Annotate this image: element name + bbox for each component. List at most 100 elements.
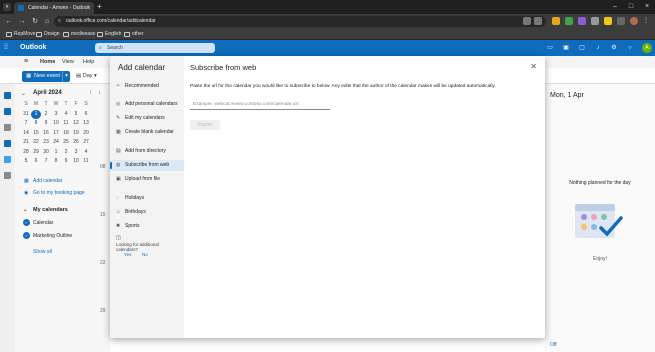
booking-page-link[interactable]: ◉ Go to my booking page [24, 190, 85, 196]
nav-holidays[interactable]: ◌ Holidays [110, 193, 184, 204]
url-field[interactable]: ≡ outlook.office.com/calendar/addcalenda… [54, 16, 546, 27]
day-cell[interactable]: 6 [31, 157, 41, 167]
checkmark-icon[interactable]: ✓ [23, 219, 30, 226]
nav-upload-from-file[interactable]: ▣ Upload from file [110, 174, 184, 185]
search-box[interactable]: ⌕ Search [95, 43, 215, 53]
extension-icon[interactable] [578, 17, 586, 25]
new-tab-icon[interactable]: + [97, 2, 102, 12]
browser-menu-icon[interactable]: ⋮ [643, 17, 651, 25]
day-cell[interactable]: 13 [81, 119, 91, 129]
day-cell[interactable]: 8 [51, 157, 61, 167]
day-cell[interactable]: 6 [81, 110, 91, 120]
import-button[interactable]: Import [190, 120, 220, 130]
nav-subscribe-from-web[interactable]: ◍ Subscribe from web [110, 160, 184, 171]
bookmark-item[interactable]: other [124, 30, 143, 39]
profile-avatar[interactable] [630, 17, 638, 25]
calendar-url-input[interactable] [190, 100, 330, 110]
day-cell[interactable]: 12 [71, 119, 81, 129]
my-calendars-header[interactable]: ⌄ My calendars [23, 207, 68, 213]
day-cell[interactable]: 7 [41, 157, 51, 167]
show-all-link[interactable]: Show all [33, 249, 52, 255]
day-cell[interactable]: 18 [61, 129, 71, 139]
day-cell[interactable]: 3 [71, 148, 81, 158]
tab-view[interactable]: View [62, 56, 74, 68]
bookmark-item[interactable]: Design [36, 30, 60, 39]
site-info-icon[interactable]: ≡ [58, 16, 61, 27]
nav-edit-my-calendars[interactable]: ✎ Edit my calendars [110, 113, 184, 124]
next-month-icon[interactable]: ↓ [98, 90, 101, 96]
day-cell[interactable]: 10 [71, 157, 81, 167]
day-cell[interactable]: 5 [21, 157, 31, 167]
day-cell[interactable]: 15 [31, 129, 41, 139]
day-cell[interactable]: 30 [41, 148, 51, 158]
day-cell[interactable]: 4 [81, 148, 91, 158]
day-cell[interactable]: 5 [71, 110, 81, 120]
day-cell[interactable]: 9 [61, 157, 71, 167]
window-close-icon[interactable]: × [639, 0, 655, 14]
onedrive-icon[interactable] [4, 156, 11, 163]
day-cell[interactable]: 25 [61, 138, 71, 148]
forward-icon[interactable]: → [17, 16, 27, 27]
day-cell[interactable]: 7 [21, 119, 31, 129]
bookmark-item[interactable]: medieease [63, 30, 95, 39]
add-calendar-link[interactable]: ▦ Add calendar [24, 178, 62, 184]
bookmark-star-icon[interactable] [534, 17, 542, 25]
extension-icon[interactable] [552, 17, 560, 25]
day-cell[interactable]: 16 [41, 129, 51, 139]
feedback-no-link[interactable]: No [142, 252, 148, 257]
app-launcher-icon[interactable]: ⁞⁞ [4, 44, 12, 52]
day-cell[interactable]: 1 [51, 148, 61, 158]
nav-create-blank-calendar[interactable]: ▦ Create blank calendar [110, 127, 184, 138]
footer-link[interactable]: Off [550, 342, 557, 348]
nav-sports[interactable]: ✺ Sports [110, 221, 184, 232]
day-cell[interactable]: 11 [81, 157, 91, 167]
back-icon[interactable]: ← [4, 16, 14, 27]
day-cell[interactable]: 20 [81, 129, 91, 139]
previous-month-icon[interactable]: ↑ [89, 90, 92, 96]
extension-icon[interactable] [591, 17, 599, 25]
checkmark-icon[interactable]: ✓ [23, 232, 30, 239]
nav-birthdays[interactable]: ♨ Birthdays [110, 207, 184, 218]
bookmark-item[interactable]: English [97, 30, 121, 39]
day-cell-selected[interactable]: 1 [31, 109, 41, 119]
user-avatar[interactable]: A [642, 43, 652, 53]
hamburger-icon[interactable]: ≡ [24, 56, 28, 68]
extension-icon[interactable] [565, 17, 573, 25]
day-cell[interactable]: 9 [41, 119, 51, 129]
meet-now-icon[interactable]: ▭ [546, 44, 554, 52]
day-cell[interactable]: 17 [51, 129, 61, 139]
day-cell[interactable]: 31 [21, 110, 31, 120]
feedback-yes-link[interactable]: Yes [124, 252, 131, 257]
nav-recommended[interactable]: ✧ Recommended [110, 81, 184, 92]
mini-calendar-month[interactable]: April 2024 [33, 90, 62, 96]
close-icon[interactable]: ✕ [530, 62, 537, 71]
tab-help[interactable]: Help [83, 56, 94, 68]
more-apps-icon[interactable] [4, 172, 11, 179]
teams-icon[interactable]: ▣ [562, 44, 570, 52]
extension-icon[interactable] [604, 17, 612, 25]
mail-icon[interactable] [4, 92, 11, 99]
my-day-icon[interactable]: ▢ [578, 44, 586, 52]
close-tab-icon[interactable]: × [87, 2, 90, 14]
side-panel-icon[interactable] [617, 17, 625, 25]
calendar-item[interactable]: ✓ Marketing Outline [23, 232, 72, 239]
day-cell[interactable]: 28 [21, 148, 31, 158]
day-cell[interactable]: 3 [51, 110, 61, 120]
day-cell[interactable]: 2 [41, 110, 51, 120]
notifications-icon[interactable]: ♪ [594, 44, 602, 52]
calendar-item[interactable]: ✓ Calendar [23, 219, 53, 226]
install-app-icon[interactable] [523, 17, 531, 25]
nav-add-from-directory[interactable]: ▤ Add from directory [110, 146, 184, 157]
settings-icon[interactable]: ⚙ [610, 44, 618, 52]
nav-add-personal-calendars[interactable]: ◎ Add personal calendars [110, 99, 184, 110]
day-cell[interactable]: 27 [81, 138, 91, 148]
minimize-icon[interactable]: – [607, 0, 623, 14]
day-cell[interactable]: 29 [31, 148, 41, 158]
calendar-icon[interactable] [4, 108, 11, 115]
day-cell[interactable]: 22 [31, 138, 41, 148]
browser-tab[interactable]: Calendar - Arrwen - Outlook × [14, 2, 94, 14]
tips-icon[interactable]: ○ [626, 44, 634, 52]
day-cell[interactable]: 23 [41, 138, 51, 148]
day-cell[interactable]: 2 [61, 148, 71, 158]
day-cell[interactable]: 11 [61, 119, 71, 129]
